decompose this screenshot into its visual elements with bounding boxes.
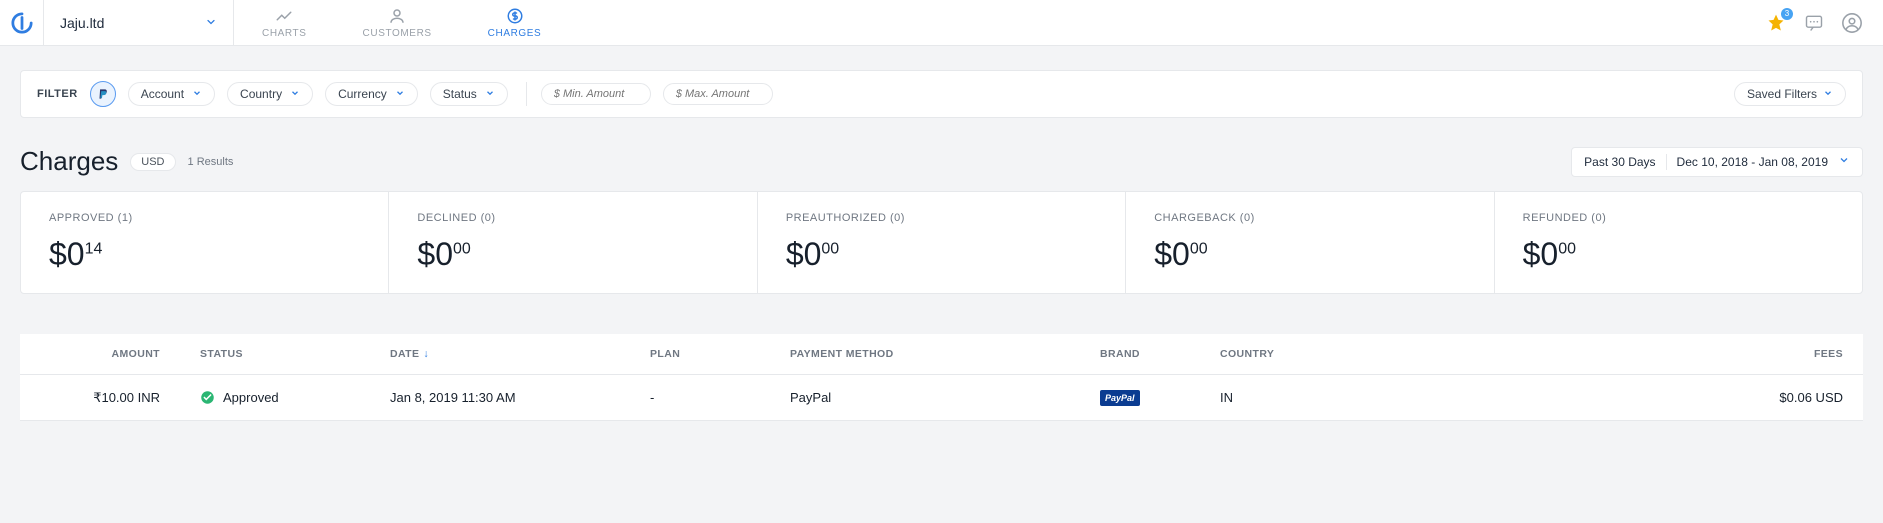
stat-declined[interactable]: DECLINED (0) $000: [389, 192, 757, 293]
filter-currency[interactable]: Currency: [325, 82, 418, 106]
nav-tabs: CHARTS CUSTOMERS CHARGES: [234, 0, 549, 45]
chevron-down-icon: [205, 15, 217, 31]
stat-label: REFUNDED (0): [1523, 212, 1834, 224]
cell-payment-method: PayPal: [770, 375, 1080, 421]
col-payment-method[interactable]: PAYMENT METHOD: [770, 334, 1080, 375]
filter-pill-label: Country: [240, 87, 282, 101]
stat-value: $000: [417, 236, 728, 273]
nav-tab-charges[interactable]: CHARGES: [480, 0, 550, 45]
stat-label: APPROVED (1): [49, 212, 360, 224]
col-date[interactable]: DATE↓: [370, 334, 630, 375]
cell-status: Approved: [180, 375, 370, 421]
charges-table-container: AMOUNT STATUS DATE↓ PLAN PAYMENT METHOD …: [20, 334, 1863, 421]
user-circle-icon: [1841, 12, 1863, 34]
col-status[interactable]: STATUS: [180, 334, 370, 375]
saved-filters-label: Saved Filters: [1747, 87, 1817, 101]
currency-badge[interactable]: USD: [130, 153, 175, 171]
stat-value: $000: [1523, 236, 1834, 273]
page-content: FILTER Account Country Currency Status: [0, 46, 1883, 461]
feedback-button[interactable]: [1803, 12, 1825, 34]
nav-tab-customers[interactable]: CUSTOMERS: [355, 0, 440, 45]
filter-right: Saved Filters: [1734, 82, 1846, 106]
stat-value: $000: [1154, 236, 1465, 273]
saved-filters-button[interactable]: Saved Filters: [1734, 82, 1846, 106]
chevron-down-icon: [290, 87, 300, 101]
stat-refunded[interactable]: REFUNDED (0) $000: [1495, 192, 1862, 293]
stat-value: $014: [49, 236, 360, 273]
max-amount-input[interactable]: [663, 83, 773, 105]
organization-name: Jaju.ltd: [60, 15, 104, 31]
filter-account[interactable]: Account: [128, 82, 215, 106]
title-left: Charges USD 1 Results: [20, 146, 233, 177]
charges-icon: [506, 7, 524, 25]
check-circle-icon: [200, 390, 215, 405]
paypal-filter-toggle[interactable]: [90, 81, 116, 107]
stat-label: CHARGEBACK (0): [1154, 212, 1465, 224]
chat-icon: [1804, 13, 1824, 33]
summary-stats: APPROVED (1) $014 DECLINED (0) $000 PREA…: [20, 191, 1863, 294]
status-text: Approved: [223, 390, 279, 405]
page-header-row: Charges USD 1 Results Past 30 Days Dec 1…: [20, 146, 1863, 177]
col-plan[interactable]: PLAN: [630, 334, 770, 375]
organization-selector[interactable]: Jaju.ltd: [44, 0, 234, 45]
stat-label: PREAUTHORIZED (0): [786, 212, 1097, 224]
cell-country: IN: [1200, 375, 1480, 421]
chevron-down-icon: [1823, 87, 1833, 101]
col-brand[interactable]: BRAND: [1080, 334, 1200, 375]
stat-label: DECLINED (0): [417, 212, 728, 224]
filter-bar: FILTER Account Country Currency Status: [20, 70, 1863, 118]
charts-icon: [275, 7, 293, 25]
notifications-star[interactable]: 3: [1765, 12, 1787, 34]
nav-tab-label: CUSTOMERS: [363, 28, 432, 39]
account-menu[interactable]: [1841, 12, 1863, 34]
cell-brand: PayPal: [1080, 375, 1200, 421]
date-preset-label: Past 30 Days: [1584, 155, 1655, 169]
table-header-row: AMOUNT STATUS DATE↓ PLAN PAYMENT METHOD …: [20, 334, 1863, 375]
stat-preauthorized[interactable]: PREAUTHORIZED (0) $000: [758, 192, 1126, 293]
filter-pill-label: Currency: [338, 87, 387, 101]
customers-icon: [388, 7, 406, 25]
nav-tab-charts[interactable]: CHARTS: [254, 0, 315, 45]
cell-amount: ₹10.00 INR: [20, 375, 180, 421]
brand-badge: PayPal: [1100, 390, 1140, 406]
charges-table: AMOUNT STATUS DATE↓ PLAN PAYMENT METHOD …: [20, 334, 1863, 421]
stat-approved[interactable]: APPROVED (1) $014: [21, 192, 389, 293]
date-range-label: Dec 10, 2018 - Jan 08, 2019: [1677, 155, 1828, 169]
col-fees[interactable]: FEES: [1480, 334, 1863, 375]
chevron-down-icon: [395, 87, 405, 101]
chevron-down-icon: [192, 87, 202, 101]
divider: [1666, 154, 1667, 170]
cell-date: Jan 8, 2019 11:30 AM: [370, 375, 630, 421]
notification-count: 3: [1781, 8, 1793, 20]
page-title: Charges: [20, 146, 118, 177]
chevron-down-icon: [1838, 154, 1850, 169]
app-logo[interactable]: [0, 0, 44, 45]
sort-desc-icon: ↓: [423, 348, 429, 360]
logo-icon: [11, 12, 33, 34]
chevron-down-icon: [485, 87, 495, 101]
table-row[interactable]: ₹10.00 INR Approved Jan 8, 2019 11:30 AM…: [20, 375, 1863, 421]
cell-fees: $0.06 USD: [1480, 375, 1863, 421]
top-navigation: Jaju.ltd CHARTS CUSTOMERS CHARGES 3: [0, 0, 1883, 46]
filter-heading: FILTER: [37, 88, 78, 100]
min-amount-input[interactable]: [541, 83, 651, 105]
paypal-icon: [96, 87, 110, 101]
filter-controls: FILTER Account Country Currency Status: [37, 81, 773, 107]
nav-tab-label: CHARTS: [262, 28, 307, 39]
filter-pill-label: Status: [443, 87, 477, 101]
col-country[interactable]: COUNTRY: [1200, 334, 1480, 375]
filter-status[interactable]: Status: [430, 82, 508, 106]
results-count: 1 Results: [188, 156, 234, 168]
stat-value: $000: [786, 236, 1097, 273]
filter-country[interactable]: Country: [227, 82, 313, 106]
date-range-picker[interactable]: Past 30 Days Dec 10, 2018 - Jan 08, 2019: [1571, 147, 1863, 177]
divider: [526, 82, 527, 106]
filter-pill-label: Account: [141, 87, 184, 101]
nav-tab-label: CHARGES: [488, 28, 542, 39]
nav-utilities: 3: [1765, 0, 1883, 45]
stat-chargeback[interactable]: CHARGEBACK (0) $000: [1126, 192, 1494, 293]
col-amount[interactable]: AMOUNT: [20, 334, 180, 375]
cell-plan: -: [630, 375, 770, 421]
